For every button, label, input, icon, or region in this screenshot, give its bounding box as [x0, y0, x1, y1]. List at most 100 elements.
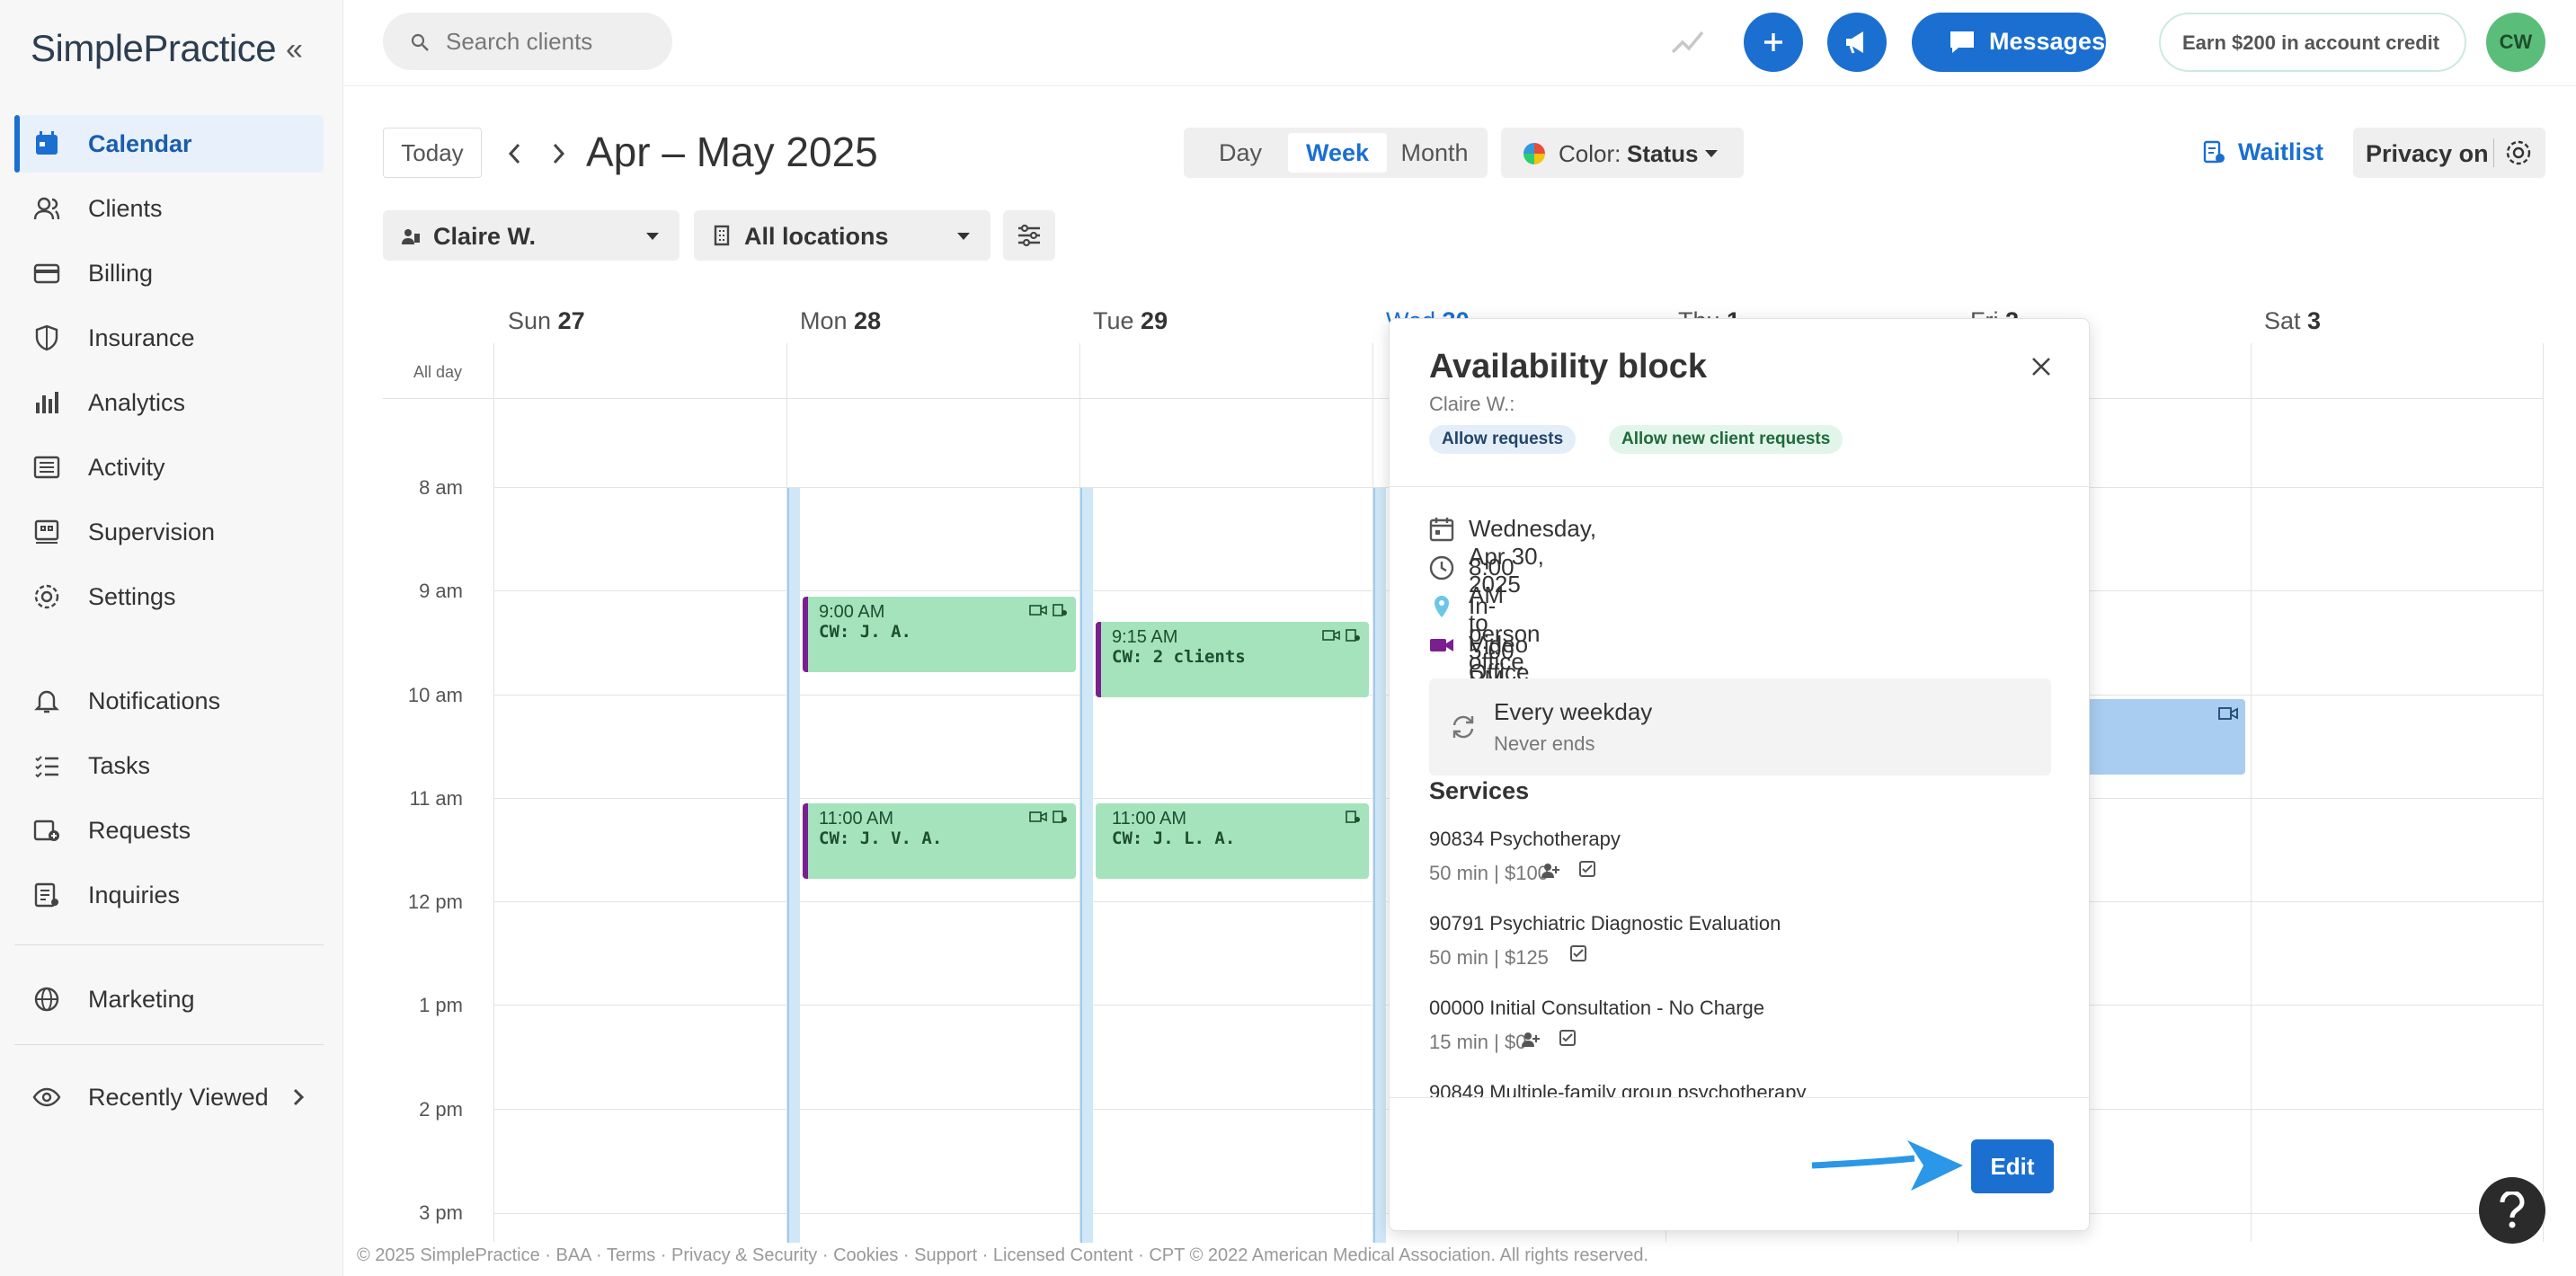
edit-button[interactable]: Edit [1971, 1139, 2054, 1193]
sidebar-item-analytics[interactable]: Analytics [14, 374, 324, 431]
recurrence-box: Every weekday Never ends [1429, 678, 2051, 775]
service-name: 90834 Psychotherapy [1429, 828, 1621, 850]
note-icon [1346, 811, 1360, 823]
close-icon[interactable] [2030, 355, 2053, 378]
allow-requests-badge: Allow requests [1429, 425, 1577, 454]
sidebar-item-calendar[interactable]: Calendar [14, 115, 324, 173]
date-range-title: Apr – May 2025 [586, 128, 878, 175]
calendar-icon [36, 131, 58, 155]
search-input[interactable]: Search clients [383, 13, 672, 70]
chat-bubble-icon [1950, 31, 1974, 53]
help-button[interactable] [2479, 1177, 2545, 1244]
sidebar-item-activity[interactable]: Activity [14, 439, 324, 496]
sidebar-item-recently-viewed[interactable]: Recently Viewed [14, 1068, 324, 1126]
collapse-sidebar-icon[interactable]: « [286, 32, 303, 67]
hour-label: 2 pm [419, 1098, 463, 1121]
appointment-event[interactable]: 9:15 AM CW: 2 clients [1096, 622, 1369, 697]
list-icon [33, 456, 60, 479]
footer-links[interactable]: © 2025 SimplePractice · BAA · Terms · Pr… [357, 1245, 1648, 1266]
day-header[interactable]: Sat 3 [2264, 307, 2321, 335]
availability-block[interactable] [1373, 488, 1386, 1243]
sidebar-item-label: Analytics [88, 388, 186, 416]
today-button[interactable]: Today [383, 128, 482, 178]
location-filter-dropdown[interactable]: All locations [694, 210, 990, 261]
view-switcher: Day Week Month [1184, 128, 1488, 178]
sidebar-item-label: Inquiries [88, 881, 181, 908]
chevron-right-icon[interactable] [546, 140, 570, 167]
chevron-left-icon[interactable] [503, 140, 527, 167]
grid-line [2543, 343, 2544, 1242]
privacy-label: Privacy on [2366, 140, 2489, 167]
sidebar-item-label: Notifications [88, 687, 221, 714]
messages-button[interactable]: Messages [1912, 13, 2106, 72]
sidebar-item-billing[interactable]: Billing [14, 244, 324, 302]
hour-label: 8 am [419, 476, 463, 499]
globe-icon [34, 987, 59, 1012]
popover-title: Availability block [1429, 348, 1708, 385]
video-icon [1029, 811, 1047, 822]
color-by-dropdown[interactable]: Color: Status [1501, 128, 1744, 178]
tab-week[interactable]: Week [1288, 133, 1387, 173]
privacy-toggle[interactable]: Privacy on [2353, 128, 2545, 178]
caret-down-icon [957, 233, 970, 240]
sidebar-item-clients[interactable]: Clients [14, 180, 324, 237]
day-header[interactable]: Mon 28 [800, 307, 881, 335]
appointment-event[interactable]: 11:00 AM CW: J. V. A. [803, 803, 1076, 879]
tab-month[interactable]: Month [1385, 133, 1484, 173]
sidebar-item-label: Recently Viewed [88, 1083, 269, 1111]
sidebar-item-notifications[interactable]: Notifications [14, 672, 324, 730]
gear-icon[interactable] [2504, 138, 2533, 167]
filter-settings-button[interactable] [1003, 210, 1055, 261]
earn-credit-label: Earn $200 in account credit [2182, 31, 2440, 54]
appointment-event[interactable] [2082, 699, 2245, 775]
color-value: Status [1627, 140, 1699, 167]
sidebar-item-supervision[interactable]: Supervision [14, 503, 324, 561]
hour-label: 9 am [419, 580, 463, 602]
inquiries-icon [34, 882, 58, 908]
appointment-event[interactable]: 11:00 AM CW: J. L. A. [1096, 803, 1369, 879]
waitlist-label: Waitlist [2238, 138, 2324, 165]
announcements-button[interactable] [1827, 13, 1887, 72]
trend-icon[interactable] [1670, 25, 1706, 58]
plus-icon [1764, 33, 1782, 51]
sidebar-item-label: Insurance [88, 323, 195, 351]
question-mark-icon [2500, 1192, 2525, 1228]
avatar[interactable]: CW [2486, 13, 2545, 72]
day-header[interactable]: Sun 27 [508, 307, 585, 335]
grid-line [2251, 343, 2252, 1242]
availability-block[interactable] [1080, 488, 1093, 1243]
checkbox-icon [1559, 1030, 1576, 1046]
event-time: 11:00 AM [1112, 809, 1187, 829]
bar-chart-icon [36, 392, 58, 413]
location-pin-icon [1435, 596, 1449, 617]
earn-credit-button[interactable]: Earn $200 in account credit [2159, 13, 2466, 72]
clinician-filter-value: Claire W. [433, 223, 537, 250]
tab-day[interactable]: Day [1191, 133, 1290, 173]
sidebar-item-settings[interactable]: Settings [14, 568, 324, 625]
availability-block[interactable] [787, 488, 800, 1243]
gear-icon [34, 584, 59, 609]
sidebar-item-marketing[interactable]: Marketing [14, 970, 324, 1028]
event-time: 11:00 AM [819, 809, 894, 829]
sidebar-item-tasks[interactable]: Tasks [14, 737, 324, 794]
note-icon [1053, 604, 1067, 616]
video-icon [1029, 605, 1047, 616]
hour-label: 11 am [409, 787, 463, 810]
day-header[interactable]: Tue 29 [1093, 307, 1168, 335]
sidebar-item-inquiries[interactable]: Inquiries [14, 866, 324, 924]
sidebar-item-label: Billing [88, 259, 154, 287]
sidebar-item-label: Marketing [88, 985, 195, 1013]
note-icon [1053, 811, 1067, 823]
sidebar: SimplePractice « Calendar Clients Billin… [0, 0, 343, 1276]
app-logo[interactable]: SimplePractice [31, 27, 277, 70]
search-placeholder: Search clients [446, 28, 593, 55]
add-button[interactable] [1744, 13, 1803, 72]
appointment-event[interactable]: 9:00 AM CW: J. A. [803, 597, 1076, 672]
sidebar-item-insurance[interactable]: Insurance [14, 309, 324, 367]
requests-icon [33, 820, 59, 841]
services-heading: Services [1429, 777, 1530, 804]
waitlist-icon [2203, 140, 2225, 164]
sidebar-item-requests[interactable]: Requests [14, 802, 324, 859]
sliders-icon [1018, 224, 1040, 247]
clinician-filter-dropdown[interactable]: Claire W. [383, 210, 680, 261]
